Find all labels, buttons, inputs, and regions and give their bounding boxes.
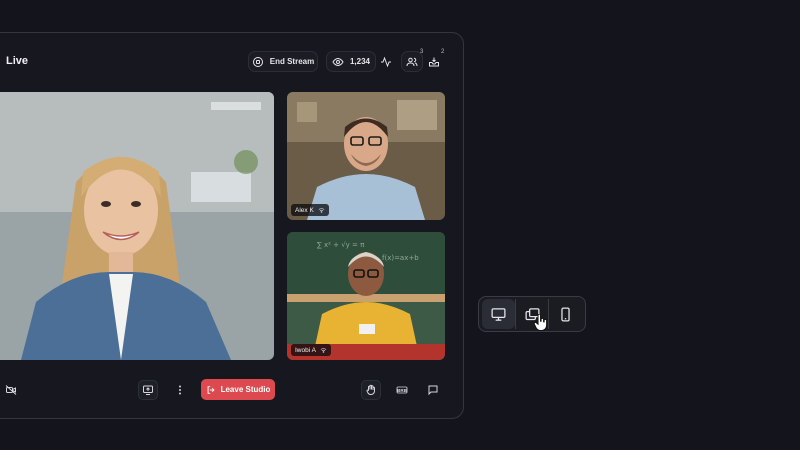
raise-hand-button[interactable] [361,380,381,400]
more-vertical-icon [179,385,181,395]
participant-name-tag: Alex K [291,204,329,216]
video-off-icon [5,385,17,395]
leave-studio-button[interactable]: Leave Studio [201,379,275,400]
stop-circle-icon [252,56,263,67]
eye-icon [332,57,344,66]
studio-panel: Live End Stream 1,234 3 2 Alex K ∑ x² + … [0,32,464,419]
signal-icon [318,207,325,213]
svg-text:f(x)=ax+b: f(x)=ax+b [382,254,419,262]
layout-pip-button[interactable] [516,299,549,331]
layout-mobile-button[interactable] [549,299,582,329]
participant-tile-alex[interactable]: Alex K [287,92,445,220]
svg-text:∑ x² + √y = π: ∑ x² + √y = π [317,241,365,249]
share-screen-button[interactable] [138,380,158,400]
leave-studio-label: Leave Studio [220,385,271,394]
brb-button[interactable]: BRB [392,380,412,400]
desktop-icon [491,307,506,321]
users-icon [406,57,418,66]
layout-desktop-button[interactable] [482,299,515,329]
participant-video [287,92,445,220]
chat-icon [428,385,438,396]
chat-button[interactable] [423,380,443,400]
stream-health-button[interactable] [376,51,396,72]
activity-icon [381,56,391,67]
exit-icon [207,385,215,394]
brb-label: BRB [397,387,407,393]
end-stream-button[interactable]: End Stream [248,51,318,72]
participant-name-tag: Iwobi A [291,344,331,356]
share-screen-icon [143,385,153,395]
mobile-icon [561,306,570,322]
main-speaker-video [0,92,274,360]
inbox-icon [429,57,439,66]
camera-toggle-button[interactable] [1,380,21,400]
end-stream-label: End Stream [269,57,315,66]
participant-video: ∑ x² + √y = π f(x)=ax+b [287,232,445,360]
signal-icon [320,347,327,353]
participant-name: Iwobi A [295,346,316,354]
viewer-count-value: 1,234 [349,57,371,66]
requests-badge: 2 [441,49,445,55]
more-options-button[interactable] [170,380,190,400]
participant-tile-iwobi[interactable]: ∑ x² + √y = π f(x)=ax+b Iwobi A [287,232,445,360]
hand-pointer-cursor-icon [533,314,547,331]
main-video-tile[interactable] [0,92,274,360]
viewer-count[interactable]: 1,234 [326,51,376,72]
hand-icon [366,384,375,395]
layout-switcher [478,296,586,332]
participant-name: Alex K [295,206,314,214]
live-label: Live [6,55,29,67]
